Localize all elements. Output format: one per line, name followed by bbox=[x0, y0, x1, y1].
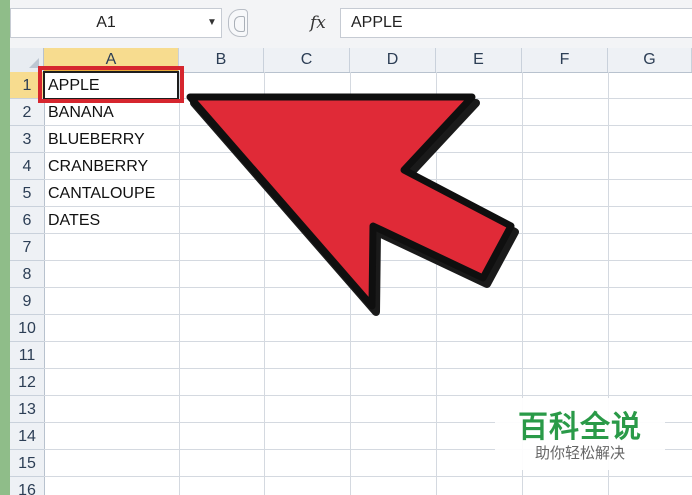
row-header-13[interactable]: 13 bbox=[10, 396, 44, 423]
row-header-16[interactable]: 16 bbox=[10, 477, 44, 495]
column-header-c[interactable]: C bbox=[264, 48, 350, 72]
row-header-5[interactable]: 5 bbox=[10, 180, 44, 207]
formula-value[interactable]: APPLE bbox=[351, 9, 403, 37]
gridline bbox=[44, 476, 692, 477]
cell-a6[interactable]: DATES bbox=[48, 207, 100, 234]
gridline bbox=[350, 72, 351, 495]
row-header-8[interactable]: 8 bbox=[10, 261, 44, 288]
row-header-12[interactable]: 12 bbox=[10, 369, 44, 396]
watermark-title: 百科全说 bbox=[518, 411, 642, 444]
column-header-b[interactable]: B bbox=[179, 48, 264, 72]
gridline bbox=[44, 287, 692, 288]
row-header-7[interactable]: 7 bbox=[10, 234, 44, 261]
chevron-down-icon[interactable]: ▼ bbox=[203, 9, 221, 37]
row-header-4[interactable]: 4 bbox=[10, 153, 44, 180]
gridline bbox=[436, 72, 437, 495]
row-header-10[interactable]: 10 bbox=[10, 315, 44, 342]
gridline bbox=[44, 233, 692, 234]
insert-function-icon[interactable]: fx bbox=[310, 9, 334, 37]
name-box-value[interactable]: A1 bbox=[11, 9, 201, 37]
watermark-subtitle: 助你轻松解决 bbox=[534, 445, 625, 462]
row-header-11[interactable]: 11 bbox=[10, 342, 44, 369]
gridline bbox=[44, 368, 692, 369]
gridline bbox=[44, 395, 692, 396]
formula-input[interactable]: APPLE bbox=[340, 8, 692, 38]
column-header-d[interactable]: D bbox=[350, 48, 436, 72]
cell-a3[interactable]: BLUEBERRY bbox=[48, 126, 145, 153]
cell-a4[interactable]: CRANBERRY bbox=[48, 153, 148, 180]
formula-bar: A1 ▼ fx APPLE bbox=[10, 0, 692, 49]
cell-a2[interactable]: BANANA bbox=[48, 99, 114, 126]
row-header-14[interactable]: 14 bbox=[10, 423, 44, 450]
formula-bar-resize-handle[interactable] bbox=[228, 9, 248, 37]
column-header-f[interactable]: F bbox=[522, 48, 608, 72]
highlight-box bbox=[38, 66, 184, 103]
row-header-6[interactable]: 6 bbox=[10, 207, 44, 234]
row-headers: 1 2 3 4 5 6 7 8 9 10 11 12 13 14 15 16 bbox=[10, 72, 45, 495]
row-header-9[interactable]: 9 bbox=[10, 288, 44, 315]
gridline bbox=[264, 72, 265, 495]
name-box[interactable]: A1 ▼ bbox=[10, 8, 222, 38]
row-header-3[interactable]: 3 bbox=[10, 126, 44, 153]
row-header-2[interactable]: 2 bbox=[10, 99, 44, 126]
gridline bbox=[44, 314, 692, 315]
gridline bbox=[179, 72, 180, 495]
row-header-15[interactable]: 15 bbox=[10, 450, 44, 477]
gridline bbox=[44, 341, 692, 342]
watermark: 百科全说 助你轻松解决 bbox=[495, 398, 665, 470]
column-header-g[interactable]: G bbox=[608, 48, 692, 72]
gridline bbox=[44, 260, 692, 261]
column-header-e[interactable]: E bbox=[436, 48, 522, 72]
cell-a5[interactable]: CANTALOUPE bbox=[48, 180, 155, 207]
